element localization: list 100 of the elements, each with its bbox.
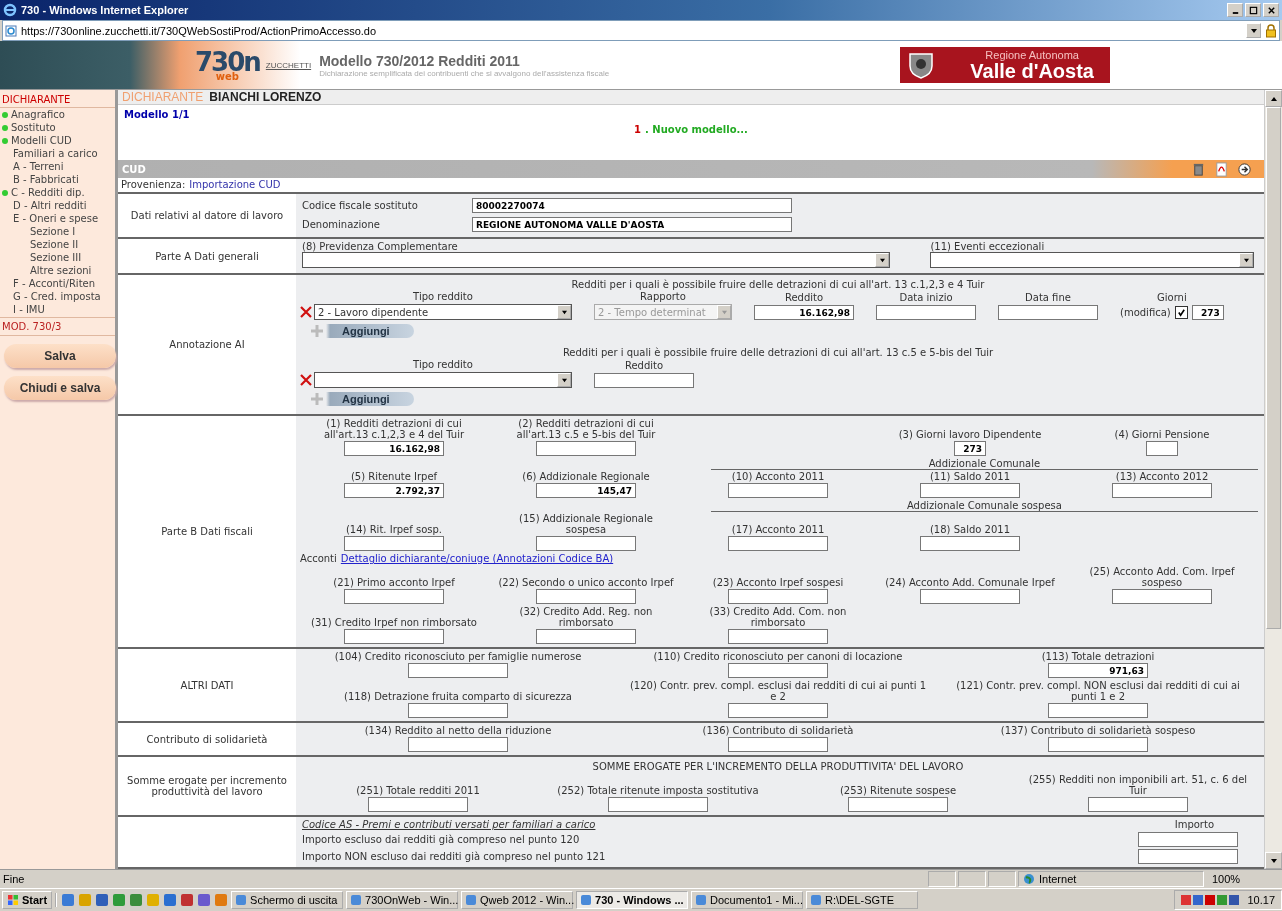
input-field[interactable]: REGIONE AUTONOMA VALLE D'AOSTA xyxy=(472,217,792,232)
input-field[interactable] xyxy=(594,373,694,388)
input-field[interactable] xyxy=(408,663,508,678)
nav-subitem[interactable]: Sezione II xyxy=(0,238,115,251)
input-field[interactable] xyxy=(728,737,828,752)
input-field[interactable] xyxy=(920,483,1020,498)
input-field[interactable] xyxy=(728,703,828,718)
input-field[interactable] xyxy=(344,629,444,644)
input-field[interactable]: 80002270074 xyxy=(472,198,792,213)
nav-item[interactable]: Anagrafico xyxy=(0,108,115,121)
input-field[interactable] xyxy=(728,663,828,678)
scroll-up-button[interactable] xyxy=(1265,90,1282,107)
nav-item[interactable]: E - Oneri e spese xyxy=(0,212,115,225)
dropdown[interactable]: 2 - Lavoro dipendente xyxy=(314,304,572,320)
pdf-icon[interactable] xyxy=(1214,161,1229,177)
input-field[interactable] xyxy=(998,305,1098,320)
nav-item[interactable]: C - Redditi dip. xyxy=(0,186,115,199)
delete-icon[interactable] xyxy=(300,306,312,318)
input-field[interactable] xyxy=(920,536,1020,551)
input-field[interactable] xyxy=(920,589,1020,604)
input-field[interactable] xyxy=(1138,832,1238,847)
export-icon[interactable] xyxy=(1237,161,1252,177)
input-field[interactable] xyxy=(728,536,828,551)
add-button[interactable]: Aggiungi xyxy=(310,392,414,406)
input-field[interactable] xyxy=(848,797,948,812)
nav-item[interactable]: D - Altri redditi xyxy=(0,199,115,212)
tray-icons[interactable] xyxy=(1181,894,1242,906)
input-field[interactable] xyxy=(728,483,828,498)
nav-item[interactable]: Familiari a carico xyxy=(0,147,115,160)
input-field[interactable] xyxy=(1048,703,1148,718)
input-field[interactable] xyxy=(1112,589,1212,604)
nav-subitem[interactable]: Sezione III xyxy=(0,251,115,264)
input-field[interactable] xyxy=(536,536,636,551)
address-bar[interactable]: https://730online.zucchetti.it/730QWebSostiProd/ActionPrimoAccesso.do xyxy=(2,20,1280,41)
maximize-button[interactable] xyxy=(1245,3,1261,17)
input-field[interactable] xyxy=(1146,441,1178,456)
input-field[interactable]: 273 xyxy=(1191,305,1224,320)
minimize-button[interactable] xyxy=(1227,3,1243,17)
input-field[interactable] xyxy=(408,703,508,718)
input-field[interactable] xyxy=(728,629,828,644)
close-button[interactable] xyxy=(1263,3,1279,17)
input-field[interactable] xyxy=(536,629,636,644)
input-field[interactable]: 145,47 xyxy=(536,483,636,498)
input-field[interactable]: 16.162,98 xyxy=(344,441,444,456)
quick-launch-icon[interactable] xyxy=(112,893,127,907)
input-field[interactable] xyxy=(728,589,828,604)
input-field[interactable] xyxy=(608,797,708,812)
scroll-down-button[interactable] xyxy=(1265,852,1282,869)
scroll-thumb[interactable] xyxy=(1266,107,1281,629)
detail-link[interactable]: Dettaglio dichiarante/coniuge (Annotazioni Codice BA) xyxy=(340,553,614,564)
taskbar-button[interactable]: Schermo di uscita xyxy=(231,891,344,909)
quick-launch-icon[interactable] xyxy=(180,893,195,907)
checkbox[interactable] xyxy=(1174,306,1188,319)
taskbar-button[interactable]: R:\DEL-SGTE xyxy=(806,891,919,909)
taskbar-button[interactable]: Documento1 - Mi... xyxy=(691,891,804,909)
start-button[interactable]: Start xyxy=(2,891,53,909)
quick-launch-icon[interactable] xyxy=(163,893,178,907)
input-field[interactable] xyxy=(536,441,636,456)
quick-launch-icon[interactable] xyxy=(95,893,110,907)
scrollbar[interactable] xyxy=(1264,90,1282,869)
trash-icon[interactable] xyxy=(1191,161,1206,177)
taskbar-button[interactable]: 730 - Windows ... xyxy=(576,891,689,909)
input-field[interactable]: 2.792,37 xyxy=(344,483,444,498)
input-field[interactable] xyxy=(344,589,444,604)
dropdown-button[interactable] xyxy=(1246,23,1261,38)
nav-item[interactable]: Modelli CUD xyxy=(0,134,115,147)
input-field[interactable] xyxy=(876,305,976,320)
quick-launch-icon[interactable] xyxy=(129,893,144,907)
nav-item[interactable]: I - IMU xyxy=(0,303,115,316)
delete-icon[interactable] xyxy=(300,374,312,386)
input-field[interactable]: 16.162,98 xyxy=(754,305,854,320)
input-field[interactable] xyxy=(368,797,468,812)
dropdown[interactable] xyxy=(302,252,891,268)
page-icon xyxy=(5,24,17,37)
dropdown[interactable] xyxy=(930,252,1254,268)
input-field[interactable]: 971,63 xyxy=(1048,663,1148,678)
nav-subitem[interactable]: Altre sezioni xyxy=(0,264,115,277)
input-field[interactable] xyxy=(1112,483,1212,498)
input-field[interactable] xyxy=(1088,797,1188,812)
input-field[interactable]: 273 xyxy=(954,441,986,456)
nav-item[interactable]: G - Cred. imposta xyxy=(0,290,115,303)
nav-subitem[interactable]: Sezione I xyxy=(0,225,115,238)
input-field[interactable] xyxy=(1048,737,1148,752)
taskbar-button[interactable]: Qweb 2012 - Win... xyxy=(461,891,574,909)
taskbar-button[interactable]: 730OnWeb - Win... xyxy=(346,891,459,909)
nav-item[interactable]: B - Fabbricati xyxy=(0,173,115,186)
quick-launch-icon[interactable] xyxy=(197,893,212,907)
input-field[interactable] xyxy=(408,737,508,752)
quick-launch-icon[interactable] xyxy=(61,893,76,907)
nav-item[interactable]: A - Terreni xyxy=(0,160,115,173)
add-button[interactable]: Aggiungi xyxy=(310,324,414,338)
sidebar-button[interactable]: Chiudi e salva xyxy=(4,376,116,400)
nav-item[interactable]: Sostituto xyxy=(0,121,115,134)
input-field[interactable] xyxy=(344,536,444,551)
input-field[interactable] xyxy=(536,589,636,604)
nav-item[interactable]: F - Acconti/Riten xyxy=(0,277,115,290)
dropdown[interactable] xyxy=(314,372,572,388)
input-field[interactable] xyxy=(1138,849,1238,864)
zoom-level[interactable]: 100% xyxy=(1206,873,1282,885)
sidebar-button[interactable]: Salva xyxy=(4,344,116,368)
